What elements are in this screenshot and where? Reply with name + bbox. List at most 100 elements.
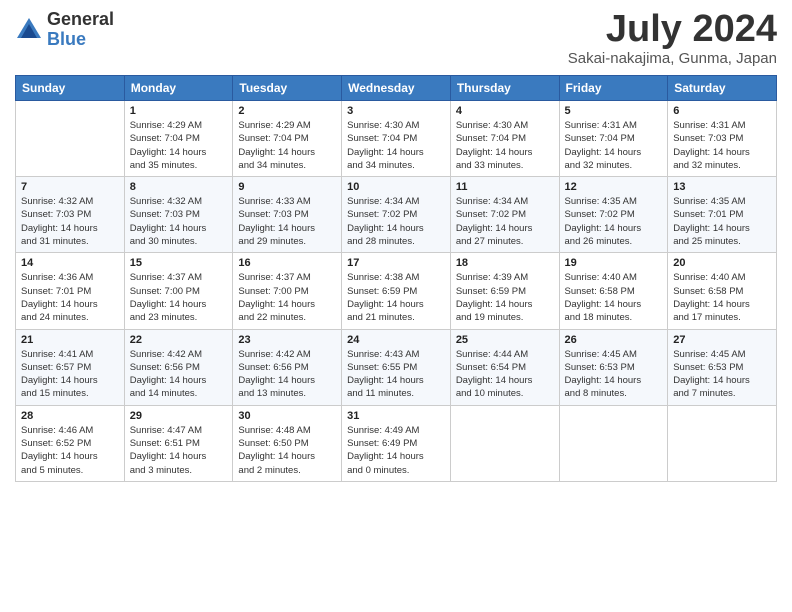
calendar-cell: 16 Sunrise: 4:37 AM Sunset: 7:00 PM Dayli… xyxy=(233,253,342,329)
day-number: 14 xyxy=(21,257,119,269)
calendar-cell: 12 Sunrise: 4:35 AM Sunset: 7:02 PM Dayli… xyxy=(559,177,668,253)
day-info: Sunrise: 4:40 AM Sunset: 6:58 PM Dayligh… xyxy=(565,271,663,324)
day-number: 27 xyxy=(673,334,771,346)
day-number: 29 xyxy=(130,410,228,422)
col-header-saturday: Saturday xyxy=(668,76,777,101)
calendar-cell xyxy=(450,405,559,481)
day-info: Sunrise: 4:49 AM Sunset: 6:49 PM Dayligh… xyxy=(347,424,445,477)
day-info: Sunrise: 4:35 AM Sunset: 7:01 PM Dayligh… xyxy=(673,195,771,248)
day-number: 4 xyxy=(456,105,554,117)
col-header-sunday: Sunday xyxy=(16,76,125,101)
calendar-cell: 23 Sunrise: 4:42 AM Sunset: 6:56 PM Dayli… xyxy=(233,329,342,405)
calendar-cell: 6 Sunrise: 4:31 AM Sunset: 7:03 PM Daylig… xyxy=(668,101,777,177)
calendar-cell: 15 Sunrise: 4:37 AM Sunset: 7:00 PM Dayli… xyxy=(124,253,233,329)
month-title: July 2024 xyxy=(568,10,777,48)
location-title: Sakai-nakajima, Gunma, Japan xyxy=(568,50,777,67)
header: General Blue July 2024 Sakai-nakajima, G… xyxy=(15,10,777,67)
week-row-1: 7Sunrise: 4:32 AM Sunset: 7:03 PM Daylig… xyxy=(16,177,777,253)
day-info: Sunrise: 4:46 AM Sunset: 6:52 PM Dayligh… xyxy=(21,424,119,477)
calendar-cell: 24 Sunrise: 4:43 AM Sunset: 6:55 PM Dayli… xyxy=(342,329,451,405)
col-header-friday: Friday xyxy=(559,76,668,101)
day-info: Sunrise: 4:35 AM Sunset: 7:02 PM Dayligh… xyxy=(565,195,663,248)
day-info: Sunrise: 4:38 AM Sunset: 6:59 PM Dayligh… xyxy=(347,271,445,324)
logo-icon xyxy=(15,16,43,44)
day-info: Sunrise: 4:31 AM Sunset: 7:04 PM Dayligh… xyxy=(565,119,663,172)
day-info: Sunrise: 4:37 AM Sunset: 7:00 PM Dayligh… xyxy=(130,271,228,324)
logo-general: General xyxy=(47,10,114,30)
logo-blue: Blue xyxy=(47,30,114,50)
day-number: 2 xyxy=(238,105,336,117)
day-number: 5 xyxy=(565,105,663,117)
day-number: 30 xyxy=(238,410,336,422)
calendar-cell: 26Sunrise: 4:45 AM Sunset: 6:53 PM Dayli… xyxy=(559,329,668,405)
title-block: July 2024 Sakai-nakajima, Gunma, Japan xyxy=(568,10,777,67)
day-number: 6 xyxy=(673,105,771,117)
calendar-cell: 28 Sunrise: 4:46 AM Sunset: 6:52 PM Dayli… xyxy=(16,405,125,481)
day-info: Sunrise: 4:34 AM Sunset: 7:02 PM Dayligh… xyxy=(347,195,445,248)
day-info: Sunrise: 4:30 AM Sunset: 7:04 PM Dayligh… xyxy=(456,119,554,172)
calendar-cell xyxy=(16,101,125,177)
calendar-header-row: SundayMondayTuesdayWednesdayThursdayFrid… xyxy=(16,76,777,101)
calendar-cell: 3Sunrise: 4:30 AM Sunset: 7:04 PM Daylig… xyxy=(342,101,451,177)
calendar-cell: 22Sunrise: 4:42 AM Sunset: 6:56 PM Dayli… xyxy=(124,329,233,405)
day-info: Sunrise: 4:45 AM Sunset: 6:53 PM Dayligh… xyxy=(565,348,663,401)
calendar-cell: 19 Sunrise: 4:40 AM Sunset: 6:58 PM Dayli… xyxy=(559,253,668,329)
page: General Blue July 2024 Sakai-nakajima, G… xyxy=(0,0,792,612)
day-info: Sunrise: 4:43 AM Sunset: 6:55 PM Dayligh… xyxy=(347,348,445,401)
calendar-cell: 10 Sunrise: 4:34 AM Sunset: 7:02 PM Dayli… xyxy=(342,177,451,253)
col-header-tuesday: Tuesday xyxy=(233,76,342,101)
calendar-cell: 9 Sunrise: 4:33 AM Sunset: 7:03 PM Daylig… xyxy=(233,177,342,253)
day-number: 12 xyxy=(565,181,663,193)
day-info: Sunrise: 4:34 AM Sunset: 7:02 PM Dayligh… xyxy=(456,195,554,248)
day-info: Sunrise: 4:33 AM Sunset: 7:03 PM Dayligh… xyxy=(238,195,336,248)
day-info: Sunrise: 4:39 AM Sunset: 6:59 PM Dayligh… xyxy=(456,271,554,324)
col-header-monday: Monday xyxy=(124,76,233,101)
day-info: Sunrise: 4:32 AM Sunset: 7:03 PM Dayligh… xyxy=(21,195,119,248)
day-number: 8 xyxy=(130,181,228,193)
day-info: Sunrise: 4:31 AM Sunset: 7:03 PM Dayligh… xyxy=(673,119,771,172)
calendar-cell: 1Sunrise: 4:29 AM Sunset: 7:04 PM Daylig… xyxy=(124,101,233,177)
day-info: Sunrise: 4:44 AM Sunset: 6:54 PM Dayligh… xyxy=(456,348,554,401)
calendar-cell xyxy=(668,405,777,481)
calendar-cell: 29 Sunrise: 4:47 AM Sunset: 6:51 PM Dayli… xyxy=(124,405,233,481)
day-number: 28 xyxy=(21,410,119,422)
day-number: 17 xyxy=(347,257,445,269)
calendar-cell: 17 Sunrise: 4:38 AM Sunset: 6:59 PM Dayli… xyxy=(342,253,451,329)
day-info: Sunrise: 4:29 AM Sunset: 7:04 PM Dayligh… xyxy=(238,119,336,172)
day-info: Sunrise: 4:47 AM Sunset: 6:51 PM Dayligh… xyxy=(130,424,228,477)
day-number: 15 xyxy=(130,257,228,269)
calendar-cell: 2 Sunrise: 4:29 AM Sunset: 7:04 PM Daylig… xyxy=(233,101,342,177)
day-number: 31 xyxy=(347,410,445,422)
day-info: Sunrise: 4:41 AM Sunset: 6:57 PM Dayligh… xyxy=(21,348,119,401)
day-number: 9 xyxy=(238,181,336,193)
day-number: 11 xyxy=(456,181,554,193)
day-number: 18 xyxy=(456,257,554,269)
day-info: Sunrise: 4:40 AM Sunset: 6:58 PM Dayligh… xyxy=(673,271,771,324)
day-number: 24 xyxy=(347,334,445,346)
week-row-3: 21 Sunrise: 4:41 AM Sunset: 6:57 PM Dayli… xyxy=(16,329,777,405)
day-number: 16 xyxy=(238,257,336,269)
day-number: 25 xyxy=(456,334,554,346)
calendar-cell: 4 Sunrise: 4:30 AM Sunset: 7:04 PM Daylig… xyxy=(450,101,559,177)
calendar-cell: 21 Sunrise: 4:41 AM Sunset: 6:57 PM Dayli… xyxy=(16,329,125,405)
day-number: 10 xyxy=(347,181,445,193)
day-number: 21 xyxy=(21,334,119,346)
day-info: Sunrise: 4:32 AM Sunset: 7:03 PM Dayligh… xyxy=(130,195,228,248)
calendar-cell: 13Sunrise: 4:35 AM Sunset: 7:01 PM Dayli… xyxy=(668,177,777,253)
day-number: 23 xyxy=(238,334,336,346)
calendar-cell: 7Sunrise: 4:32 AM Sunset: 7:03 PM Daylig… xyxy=(16,177,125,253)
day-info: Sunrise: 4:37 AM Sunset: 7:00 PM Dayligh… xyxy=(238,271,336,324)
day-number: 22 xyxy=(130,334,228,346)
day-info: Sunrise: 4:45 AM Sunset: 6:53 PM Dayligh… xyxy=(673,348,771,401)
day-number: 20 xyxy=(673,257,771,269)
day-info: Sunrise: 4:36 AM Sunset: 7:01 PM Dayligh… xyxy=(21,271,119,324)
calendar-cell: 11 Sunrise: 4:34 AM Sunset: 7:02 PM Dayli… xyxy=(450,177,559,253)
calendar-cell: 25 Sunrise: 4:44 AM Sunset: 6:54 PM Dayli… xyxy=(450,329,559,405)
day-number: 19 xyxy=(565,257,663,269)
logo: General Blue xyxy=(15,10,114,50)
calendar-cell: 14 Sunrise: 4:36 AM Sunset: 7:01 PM Dayli… xyxy=(16,253,125,329)
day-info: Sunrise: 4:48 AM Sunset: 6:50 PM Dayligh… xyxy=(238,424,336,477)
day-info: Sunrise: 4:42 AM Sunset: 6:56 PM Dayligh… xyxy=(238,348,336,401)
calendar-cell: 18 Sunrise: 4:39 AM Sunset: 6:59 PM Dayli… xyxy=(450,253,559,329)
col-header-wednesday: Wednesday xyxy=(342,76,451,101)
